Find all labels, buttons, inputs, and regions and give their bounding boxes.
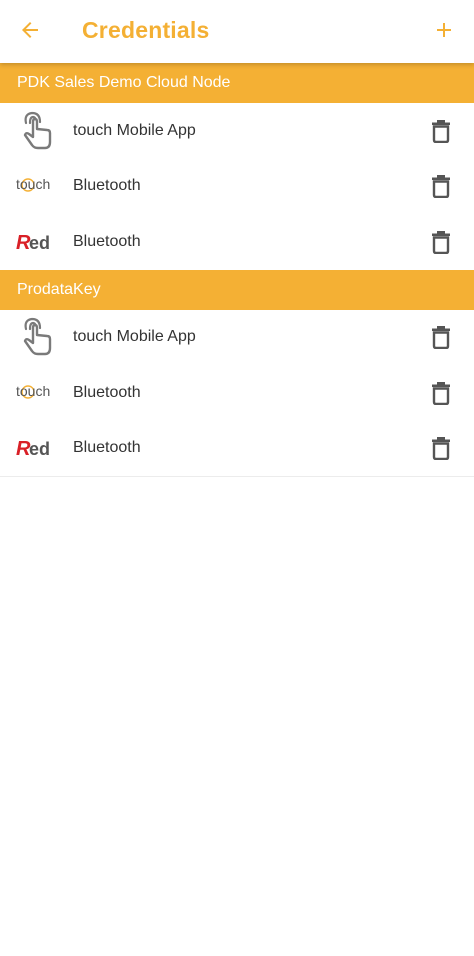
credential-label: touch Mobile App (73, 328, 196, 346)
group-header: ProdataKey (0, 269, 474, 310)
page-title: Credentials (82, 17, 210, 43)
touch-hand-icon (15, 317, 59, 357)
credential-row[interactable]: R ed Bluetooth (0, 214, 474, 270)
group-header: PDK Sales Demo Cloud Node (0, 63, 474, 103)
credential-label: touch Mobile App (73, 121, 196, 139)
touch-logo-text: touch (16, 383, 50, 399)
credential-row[interactable]: touch Bluetooth (0, 365, 474, 421)
touch-logo-icon: touch (15, 166, 59, 206)
trash-icon (432, 230, 450, 254)
credential-label: Bluetooth (73, 383, 141, 401)
delete-button[interactable] (428, 227, 454, 257)
credential-label: Bluetooth (73, 232, 141, 250)
red-logo-ed: ed (29, 439, 50, 459)
red-logo-ed: ed (29, 233, 50, 253)
touch-hand-icon (15, 111, 59, 151)
back-button[interactable] (14, 14, 46, 46)
credential-row[interactable]: touch Mobile App (0, 103, 474, 159)
trash-icon (432, 326, 450, 350)
touch-logo-text: touch (16, 176, 50, 192)
credential-row[interactable]: touch Mobile App (0, 309, 474, 365)
group-name: ProdataKey (17, 280, 101, 298)
red-logo-icon: R ed (15, 222, 59, 262)
trash-icon (432, 119, 450, 143)
credential-row[interactable]: R ed Bluetooth (0, 420, 474, 476)
trash-icon (432, 381, 450, 405)
plus-icon (437, 23, 451, 37)
delete-button[interactable] (428, 116, 454, 146)
credential-row[interactable]: touch Bluetooth (0, 158, 474, 214)
delete-button[interactable] (428, 433, 454, 463)
touch-logo-icon: touch (15, 373, 59, 413)
credentials-screen: Credentials PDK Sales Demo Cloud Node to… (0, 0, 474, 956)
trash-icon (432, 175, 450, 199)
credential-label: Bluetooth (73, 177, 141, 195)
arrow-left-icon (22, 22, 38, 38)
list-divider (0, 476, 474, 477)
add-credential-button[interactable] (428, 14, 460, 46)
delete-button[interactable] (428, 171, 454, 201)
delete-button[interactable] (428, 378, 454, 408)
delete-button[interactable] (428, 322, 454, 352)
app-bar: Credentials (0, 0, 474, 63)
credential-label: Bluetooth (73, 439, 141, 457)
group-name: PDK Sales Demo Cloud Node (17, 74, 231, 91)
trash-icon (432, 437, 450, 461)
red-logo-icon: R ed (15, 428, 59, 468)
